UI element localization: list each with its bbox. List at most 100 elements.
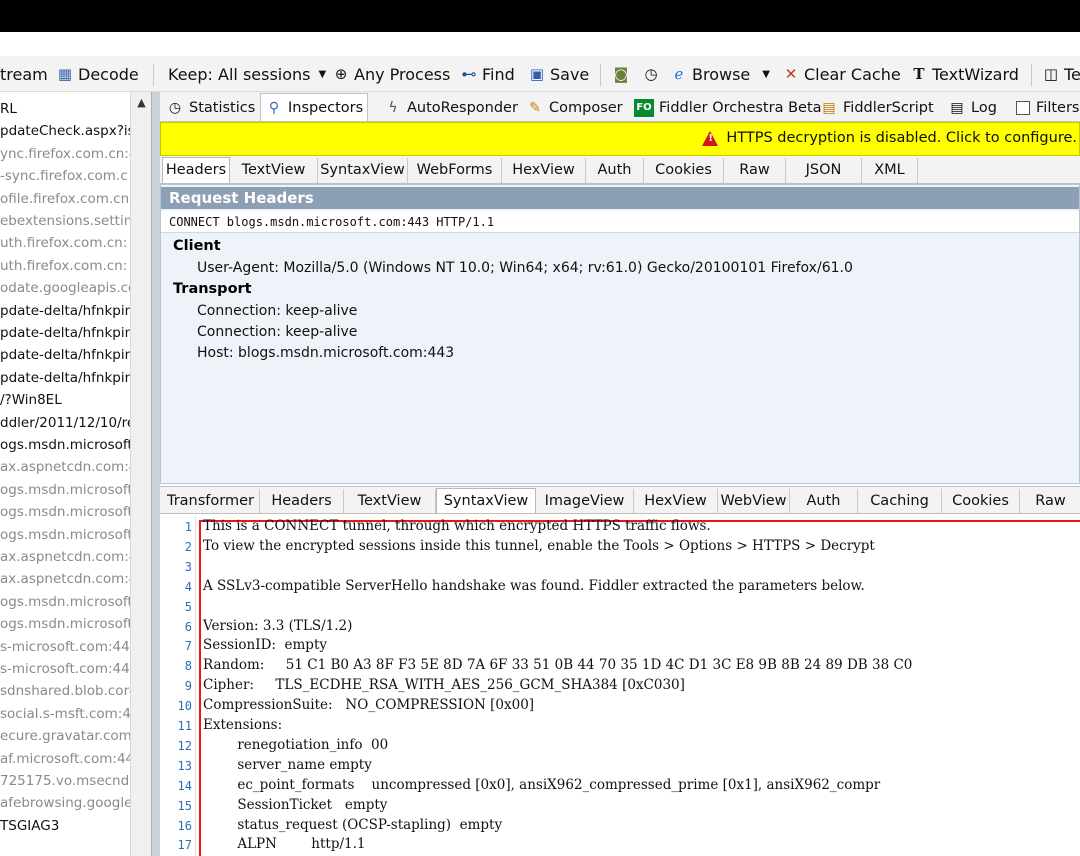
timer-button[interactable]: ◷: [642, 62, 664, 86]
line-number: 2: [184, 539, 192, 554]
line-number: 1: [184, 520, 192, 534]
session-row[interactable]: pdate-delta/hfnkpim: [0, 322, 130, 344]
header-item: User-Agent: Mozilla/5.0 (Windows NT 10.0…: [197, 260, 853, 276]
session-row[interactable]: s-microsoft.com:443: [0, 658, 130, 680]
tab-filters[interactable]: Filters: [1012, 95, 1080, 121]
request-tab-json[interactable]: JSON: [786, 158, 862, 183]
request-inspector-tabs: Headers TextView SyntaxView WebForms HexView…: [160, 156, 1080, 184]
response-tab-transformer[interactable]: Transformer: [162, 489, 260, 513]
session-row[interactable]: TSGIAG3: [0, 815, 130, 837]
response-tab-auth[interactable]: Auth: [790, 489, 858, 513]
session-row[interactable]: afebrowsing.googlea: [0, 792, 130, 814]
any-process-button[interactable]: ⊕ Any Process: [332, 62, 451, 86]
warning-icon: !: [702, 130, 719, 146]
session-row[interactable]: pdate-delta/hfnkpim: [0, 300, 130, 322]
tab-autoresponder[interactable]: ϟ AutoResponder: [380, 95, 522, 121]
dropdown-arrow-icon: ▼: [762, 68, 770, 80]
timer-icon: ◷: [644, 65, 658, 83]
stopwatch-icon: ◷: [168, 100, 182, 116]
session-row[interactable]: ddler/2011/12/10/re: [0, 412, 130, 434]
session-row[interactable]: uth.firefox.com.cn:: [0, 255, 130, 277]
top-gap: [0, 32, 1080, 56]
session-row[interactable]: social.s-msft.com:4: [0, 703, 130, 725]
binoculars-icon: ⊷: [461, 65, 477, 83]
session-row[interactable]: 725175.vo.msecnd.: [0, 770, 130, 792]
screen-top-black-bar: [0, 0, 1080, 32]
session-row[interactable]: ebextensions.setting: [0, 210, 130, 232]
line-number-gutter: 1 2 3 4 5 6 7 8 9 10 11 12 13 14 15 16 17: [164, 516, 196, 856]
session-row[interactable]: ax.aspnetcdn.com:4: [0, 456, 130, 478]
session-row[interactable]: ogs.msdn.microsoft.: [0, 434, 130, 456]
session-row[interactable]: ax.aspnetcdn.com:4: [0, 546, 130, 568]
main-toolbar: tream ▦ Decode Keep: All sessions ▼ ⊕ An…: [0, 56, 1080, 92]
tab-composer[interactable]: ✎ Composer: [522, 95, 627, 121]
response-tab-cookies[interactable]: Cookies: [942, 489, 1020, 513]
panel-splitter[interactable]: [152, 92, 160, 856]
scroll-up-icon[interactable]: ▲: [134, 96, 149, 110]
request-tab-raw[interactable]: Raw: [724, 158, 786, 183]
session-row[interactable]: ax.aspnetcdn.com:4: [0, 568, 130, 590]
code-line: A SSLv3-compatible ServerHello handshake…: [203, 577, 865, 594]
textwizard-icon: T: [913, 65, 925, 83]
session-row[interactable]: ogs.msdn.microsoft.: [0, 479, 130, 501]
tab-inspectors[interactable]: ⚲ Inspectors: [260, 93, 369, 121]
session-row[interactable]: -sync.firefox.com.c: [0, 165, 130, 187]
session-row[interactable]: ogs.msdn.microsoft.: [0, 501, 130, 523]
session-row[interactable]: ofile.firefox.com.cn: [0, 188, 130, 210]
response-tab-textview[interactable]: TextView: [344, 489, 436, 513]
line-number: 16: [177, 818, 192, 833]
tearoff-button[interactable]: ◫ Te: [1042, 62, 1080, 86]
browse-button[interactable]: ℯ Browse ▼: [670, 62, 770, 86]
request-tab-cookies[interactable]: Cookies: [644, 158, 724, 183]
https-warning-bar[interactable]: ! HTTPS decryption is disabled. Click to…: [160, 122, 1080, 156]
textwizard-button[interactable]: T TextWizard: [910, 62, 1019, 86]
session-list-scrollbar[interactable]: ▲: [130, 92, 151, 856]
request-tab-xml[interactable]: XML: [862, 158, 918, 183]
session-row[interactable]: odate.googleapis.co: [0, 277, 130, 299]
stream-button[interactable]: tream: [0, 62, 48, 86]
screenshot-button[interactable]: ◙: [612, 62, 634, 86]
session-row[interactable]: /?Win8EL: [0, 389, 130, 411]
response-tab-caching[interactable]: Caching: [858, 489, 942, 513]
response-tab-webview[interactable]: WebView: [718, 489, 790, 513]
response-tab-raw[interactable]: Raw: [1020, 489, 1080, 513]
session-row[interactable]: pdate-delta/hfnkpim: [0, 367, 130, 389]
tab-statistics[interactable]: ◷ Statistics: [162, 95, 259, 121]
request-tab-headers[interactable]: Headers: [162, 157, 230, 183]
save-button[interactable]: ▣ Save: [528, 62, 589, 86]
session-row[interactable]: af.microsoft.com:44: [0, 748, 130, 770]
decode-button[interactable]: ▦ Decode: [56, 62, 139, 86]
session-row[interactable]: ogs.msdn.microsoft.: [0, 591, 130, 613]
response-tab-hexview[interactable]: HexView: [634, 489, 718, 513]
keep-sessions-dropdown[interactable]: Keep: All sessions ▼: [168, 62, 326, 86]
response-tab-headers[interactable]: Headers: [260, 489, 344, 513]
session-row[interactable]: s-microsoft.com:443: [0, 636, 130, 658]
checkbox-icon[interactable]: [1016, 101, 1030, 115]
find-button[interactable]: ⊷ Find: [460, 62, 515, 86]
toolbar-separator: [600, 64, 601, 86]
response-tab-syntaxview[interactable]: SyntaxView: [436, 488, 536, 513]
tab-log[interactable]: ▤ Log: [944, 95, 1001, 121]
session-row[interactable]: ogs.msdn.microsoft.: [0, 524, 130, 546]
clear-cache-button[interactable]: ✕ Clear Cache: [782, 62, 901, 86]
composer-icon: ✎: [529, 100, 541, 116]
request-tab-textview[interactable]: TextView: [230, 158, 318, 183]
decode-icon: ▦: [57, 65, 73, 83]
request-tab-auth[interactable]: Auth: [586, 158, 644, 183]
line-number: 9: [184, 679, 192, 694]
session-row[interactable]: uth.firefox.com.cn:: [0, 232, 130, 254]
tab-fiddler-orchestra[interactable]: FO Fiddler Orchestra Beta: [630, 95, 826, 121]
session-row[interactable]: RL: [0, 98, 130, 120]
session-row[interactable]: ogs.msdn.microsoft.: [0, 613, 130, 635]
request-tab-webforms[interactable]: WebForms: [408, 158, 502, 183]
session-row[interactable]: ync.firefox.com.cn:4: [0, 143, 130, 165]
response-tab-imageview[interactable]: ImageView: [536, 489, 634, 513]
request-tab-syntaxview[interactable]: SyntaxView: [318, 158, 408, 183]
tab-fiddlerscript[interactable]: ▤ FiddlerScript: [816, 95, 938, 121]
request-tab-hexview[interactable]: HexView: [502, 158, 586, 183]
syntax-view-editor[interactable]: 1 2 3 4 5 6 7 8 9 10 11 12 13 14 15 16 17 This is a CONN…: [164, 516, 1080, 856]
session-row[interactable]: pdate-delta/hfnkpim: [0, 344, 130, 366]
session-row[interactable]: sdnshared.blob.core: [0, 680, 130, 702]
session-row[interactable]: ecure.gravatar.com:: [0, 725, 130, 747]
session-row[interactable]: pdateCheck.aspx?is: [0, 120, 130, 142]
